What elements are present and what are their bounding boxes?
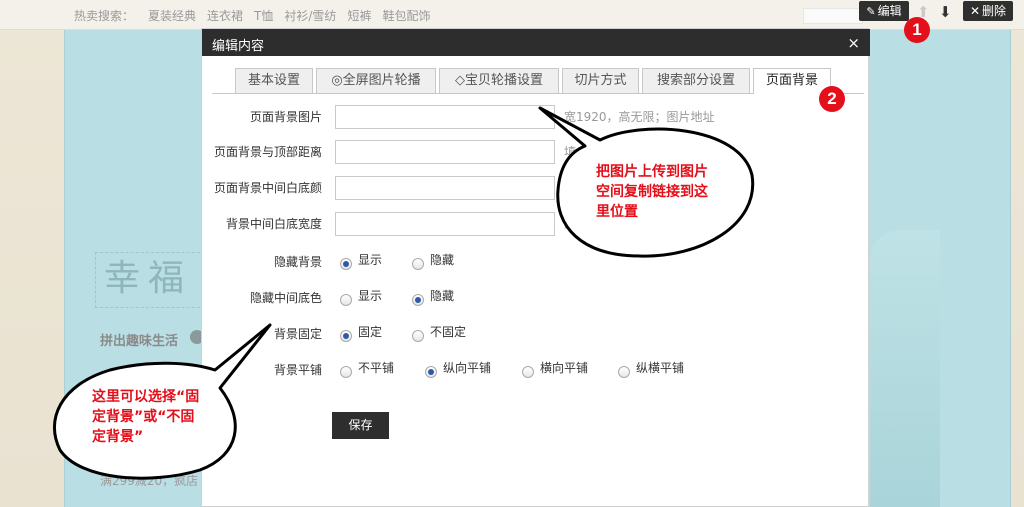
callout-line: 定背景”或“不固: [92, 409, 195, 425]
radio-show-middle-color[interactable]: [340, 294, 352, 306]
field-hint: 宽1920，高无限；图片地址: [564, 110, 715, 124]
radio-option-label: 显示: [358, 289, 383, 303]
pencil-icon: ✎: [866, 5, 876, 18]
radio-show-background[interactable]: [340, 258, 352, 270]
field-row: 背景中间白底宽度 默: [202, 212, 870, 236]
field-label: 背景中间白底宽度: [225, 217, 322, 231]
promo-text: 满299减20，疯店: [100, 474, 199, 488]
callout-line: 空间复制链接到这: [596, 184, 708, 200]
move-down-arrow-icon[interactable]: ⬇: [939, 3, 952, 21]
radio-no-repeat[interactable]: [340, 366, 352, 378]
fixed-callout-text: 这里可以选择“固 定背景”或“不固 定背景”: [92, 387, 199, 447]
radio-option-label: 显示: [358, 253, 383, 267]
tab-item-carousel[interactable]: ◇宝贝轮播设置: [439, 68, 559, 93]
step-badge: 1: [904, 17, 930, 43]
radio-option-label: 隐藏: [430, 253, 455, 267]
background-search-box[interactable]: [803, 8, 863, 24]
radio-group-label: 隐藏背景: [273, 255, 322, 269]
radio-option-label: 隐藏: [430, 289, 455, 303]
callout-line: 里位置: [596, 204, 638, 220]
background-top-distance-input[interactable]: [335, 140, 555, 164]
save-button[interactable]: 保存: [332, 412, 389, 439]
tab-page-background[interactable]: 页面背景: [753, 68, 831, 94]
field-hint: 默: [564, 217, 577, 231]
middle-white-width-input[interactable]: [335, 212, 555, 236]
hero-model-figure: [870, 230, 940, 507]
radio-option-label: 纵向平铺: [443, 361, 492, 375]
hot-link[interactable]: 鞋包配饰: [382, 9, 430, 23]
tab-fullscreen-carousel[interactable]: ◎全屏图片轮播: [316, 68, 436, 93]
dialog-header: 编辑内容 ×: [202, 29, 870, 56]
edit-module-button[interactable]: ✎ 编辑: [859, 1, 909, 21]
hot-search: 热卖搜索： 夏装经典 连衣裙 T恤 衬衫/雪纺 短裤 鞋包配饰: [74, 7, 441, 24]
hot-link[interactable]: 夏装经典: [148, 9, 196, 23]
dialog-tabs: 基本设置 ◎全屏图片轮播 ◇宝贝轮播设置 切片方式 搜索部分设置 页面背景: [212, 68, 864, 94]
close-icon: ✕: [969, 4, 981, 18]
hot-link[interactable]: 衬衫/雪纺: [284, 9, 336, 23]
tab-basic-settings[interactable]: 基本设置: [235, 68, 313, 93]
callout-line: 定背景”: [92, 429, 144, 445]
radio-option-label: 横向平铺: [540, 361, 589, 375]
hero-slogan: 拼出趣味生活: [100, 334, 179, 349]
edit-label: 编辑: [877, 4, 902, 18]
radio-hide-background[interactable]: [412, 258, 424, 270]
radio-row: 隐藏背景 显示 隐藏: [202, 250, 870, 274]
field-label: 页面背景中间白底颜: [213, 181, 322, 195]
radio-row: 背景平铺 不平铺 纵向平铺 横向平铺 纵横平铺: [202, 358, 870, 382]
radio-option-label: 固定: [358, 325, 383, 339]
radio-group-label: 背景固定: [273, 327, 322, 341]
radio-group-label: 隐藏中间底色: [249, 291, 322, 305]
radio-option-label: 不固定: [430, 325, 467, 339]
callout-line: 把图片上传到图片: [596, 164, 708, 180]
dialog-close-icon[interactable]: ×: [847, 34, 860, 52]
hero-title: 幸福: [95, 252, 205, 308]
hot-link[interactable]: 连衣裙: [207, 9, 243, 23]
radio-group-label: 背景平铺: [273, 363, 322, 377]
hot-link[interactable]: T恤: [254, 9, 273, 23]
radio-repeat-both[interactable]: [618, 366, 630, 378]
dialog-title: 编辑内容: [212, 39, 265, 54]
hot-link[interactable]: 短裤: [347, 9, 371, 23]
field-label: 页面背景与顶部距离: [213, 145, 322, 159]
hot-search-label: 热卖搜索：: [74, 9, 135, 23]
field-row: 页面背景中间白底颜: [202, 176, 870, 200]
delete-module-button[interactable]: ✕ 删除: [963, 1, 1013, 21]
background-image-url-input[interactable]: [335, 105, 555, 129]
middle-white-color-input[interactable]: [335, 176, 555, 200]
step-badge: 2: [819, 86, 845, 112]
radio-row: 隐藏中间底色 显示 隐藏: [202, 286, 870, 310]
upload-callout-text: 把图片上传到图片 空间复制链接到这 里位置: [596, 162, 708, 222]
radio-row: 背景固定 固定 不固定: [202, 322, 870, 346]
tab-slice-mode[interactable]: 切片方式: [562, 68, 639, 93]
callout-line: 这里可以选择“固: [92, 389, 200, 405]
tab-search-settings[interactable]: 搜索部分设置: [642, 68, 750, 93]
field-row: 页面背景图片 宽1920，高无限；图片地址: [202, 105, 870, 129]
radio-repeat-x[interactable]: [522, 366, 534, 378]
delete-label: 删除: [982, 4, 1007, 18]
field-label: 页面背景图片: [249, 110, 322, 124]
radio-hide-middle-color[interactable]: [412, 294, 424, 306]
field-hint: 填: [564, 145, 577, 159]
radio-fixed[interactable]: [340, 330, 352, 342]
radio-not-fixed[interactable]: [412, 330, 424, 342]
radio-option-label: 纵横平铺: [636, 361, 685, 375]
field-row: 页面背景与顶部距离 填: [202, 140, 870, 164]
radio-option-label: 不平铺: [358, 361, 395, 375]
radio-repeat-y[interactable]: [425, 366, 437, 378]
edit-content-dialog: 编辑内容 × 基本设置 ◎全屏图片轮播 ◇宝贝轮播设置 切片方式 搜索部分设置 …: [201, 28, 870, 507]
